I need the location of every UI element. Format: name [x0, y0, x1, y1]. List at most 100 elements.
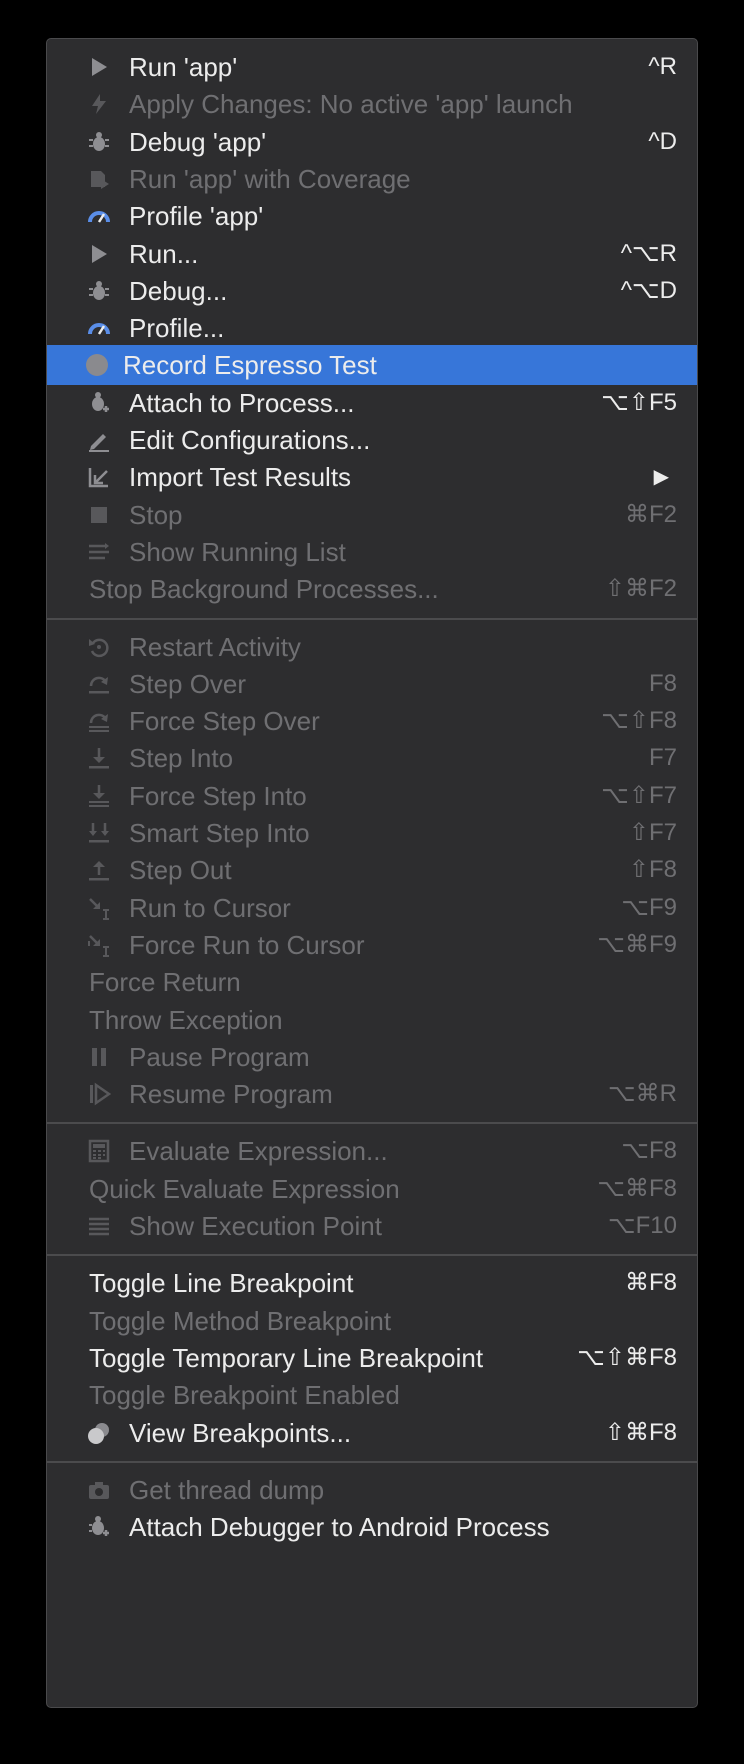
- menu-item-run-to-cursor[interactable]: Run to Cursor ⌥F9: [47, 888, 697, 928]
- profiler-gauge-icon: [87, 316, 111, 340]
- menu-item-label: Run 'app': [129, 52, 238, 82]
- menu-item-label: Debug 'app': [129, 126, 267, 157]
- menu-item-label: Attach to Process...: [129, 387, 355, 418]
- menu-item-label: Step Over: [129, 668, 247, 699]
- menu-item-force-run-to-cursor[interactable]: Force Run to Cursor ⌥⌘F9: [47, 925, 697, 965]
- menu-item-label: Get thread dump: [129, 1474, 325, 1505]
- force-run-to-cursor-icon: [87, 933, 111, 957]
- menu-item-label: Force Run to Cursor: [129, 929, 365, 960]
- menu-item-toggle-line-breakpoint[interactable]: Toggle Line Breakpoint ⌘F8: [47, 1263, 697, 1303]
- record-circle-icon: [85, 353, 109, 377]
- coverage-icon: [87, 167, 111, 191]
- menu-item-resume-program[interactable]: Resume Program ⌥⌘R: [47, 1074, 697, 1114]
- menu-item-force-step-over[interactable]: Force Step Over ⌥⇧F8: [47, 701, 697, 741]
- menu-item-label: Run to Cursor: [129, 892, 291, 923]
- menu-item-smart-step-into[interactable]: Smart Step Into ⇧F7: [47, 813, 697, 853]
- menu-item-shortcut: ⇧⌘F2: [604, 575, 677, 603]
- force-step-over-icon: [87, 709, 111, 733]
- lightning-icon: [87, 92, 111, 116]
- run-to-cursor-icon: [87, 896, 111, 920]
- menu-item-shortcut: ^⌥R: [620, 239, 677, 267]
- menu-item-label: Resume Program: [129, 1079, 333, 1110]
- menu-item-label: Step Out: [129, 855, 232, 886]
- menu-item-stop-background-processes[interactable]: Stop Background Processes... ⇧⌘F2: [47, 569, 697, 609]
- menu-item-label: Import Test Results: [129, 462, 352, 493]
- menu-item-stop[interactable]: Stop ⌘F2: [47, 495, 697, 535]
- edit-pencil-icon: [87, 428, 111, 452]
- menu-item-profile[interactable]: Profile...: [47, 308, 697, 348]
- menu-item-step-out[interactable]: Step Out ⇧F8: [47, 850, 697, 890]
- menu-item-shortcut: ⌥⌘R: [608, 1080, 677, 1108]
- breakpoints-icon: [87, 1421, 111, 1445]
- menu-separator: [47, 1460, 697, 1463]
- menu-item-run-app-with-coverage[interactable]: Run 'app' with Coverage: [47, 159, 697, 199]
- menu-item-label: Step Into: [129, 743, 234, 774]
- running-list-icon: [87, 540, 111, 564]
- step-out-icon: [87, 858, 111, 882]
- menu-item-shortcut: ⌥⌘F9: [597, 930, 677, 958]
- menu-item-pause-program[interactable]: Pause Program: [47, 1037, 697, 1077]
- menu-item-attach-debugger-to-android-process[interactable]: Attach Debugger to Android Process: [47, 1507, 697, 1547]
- menu-item-label: Run...: [129, 238, 199, 269]
- menu-item-show-execution-point[interactable]: Show Execution Point ⌥F10: [47, 1206, 697, 1246]
- step-into-icon: [87, 746, 111, 770]
- menu-item-restart-activity[interactable]: Restart Activity: [47, 627, 697, 667]
- submenu-arrow-icon: ▶: [653, 466, 669, 489]
- menu-item-label: Toggle Line Breakpoint: [89, 1268, 354, 1299]
- menu-item-run-app[interactable]: Run 'app' ^R: [47, 47, 697, 87]
- menu-item-run[interactable]: Run... ^⌥R: [47, 234, 697, 274]
- menu-item-import-test-results[interactable]: Import Test Results ▶: [47, 457, 697, 497]
- play-icon: [87, 242, 111, 266]
- menu-item-toggle-temporary-line-breakpoint[interactable]: Toggle Temporary Line Breakpoint ⌥⇧⌘F8: [47, 1338, 697, 1378]
- menu-separator: [47, 1122, 697, 1125]
- menu-item-label: Edit Configurations...: [129, 425, 371, 455]
- menu-item-shortcut: ^D: [648, 127, 677, 155]
- menu-item-toggle-breakpoint-enabled[interactable]: Toggle Breakpoint Enabled: [47, 1375, 697, 1415]
- menu-item-debug[interactable]: Debug... ^⌥D: [47, 271, 697, 311]
- menu-item-force-step-into[interactable]: Force Step Into ⌥⇧F7: [47, 776, 697, 816]
- restart-icon: [87, 635, 111, 659]
- menu-item-label: Stop Background Processes...: [89, 574, 439, 605]
- menu-item-label: Profile 'app': [129, 201, 264, 232]
- menu-item-label: Pause Program: [129, 1041, 310, 1072]
- menu-item-shortcut: ⌥F9: [621, 893, 677, 921]
- menu-item-edit-configurations[interactable]: Edit Configurations...: [47, 420, 697, 460]
- profiler-gauge-icon: [87, 204, 111, 228]
- menu-item-get-thread-dump[interactable]: Get thread dump: [47, 1470, 697, 1510]
- step-over-icon: [87, 672, 111, 696]
- menu-item-shortcut: ⌥F10: [607, 1212, 677, 1239]
- menu-item-throw-exception[interactable]: Throw Exception: [47, 1000, 697, 1040]
- menu-item-label: Toggle Temporary Line Breakpoint: [89, 1342, 484, 1373]
- menu-item-attach-to-process[interactable]: Attach to Process... ⌥⇧F5: [47, 383, 697, 423]
- menu-item-label: Force Step Into: [129, 780, 307, 811]
- menu-item-label: Record Espresso Test: [123, 350, 377, 381]
- menu-item-shortcut: ⇧F7: [628, 819, 677, 846]
- menu-item-shortcut: ⇧F8: [628, 856, 677, 884]
- menu-item-label: Throw Exception: [89, 1004, 283, 1035]
- menu-item-profile-app[interactable]: Profile 'app': [47, 196, 697, 236]
- menu-separator: [47, 1254, 697, 1257]
- menu-item-quick-evaluate-expression[interactable]: Quick Evaluate Expression ⌥⌘F8: [47, 1169, 697, 1209]
- menu-item-show-running-list[interactable]: Show Running List: [47, 532, 697, 572]
- menu-item-shortcut: ⌥⇧F8: [601, 707, 677, 735]
- menu-item-toggle-method-breakpoint[interactable]: Toggle Method Breakpoint: [47, 1301, 697, 1341]
- menu-item-step-over[interactable]: Step Over F8: [47, 664, 697, 704]
- import-arrow-icon: [87, 465, 111, 489]
- bug-icon: [87, 130, 111, 154]
- menu-item-force-return[interactable]: Force Return: [47, 962, 697, 1002]
- menu-item-view-breakpoints[interactable]: View Breakpoints... ⇧⌘F8: [47, 1413, 697, 1453]
- menu-item-evaluate-expression[interactable]: Evaluate Expression... ⌥F8: [47, 1131, 697, 1171]
- camera-icon: [87, 1478, 111, 1502]
- menu-item-label: Profile...: [129, 313, 225, 344]
- menu-item-label: Toggle Method Breakpoint: [89, 1305, 392, 1336]
- menu-item-record-espresso-test[interactable]: Record Espresso Test: [47, 345, 697, 386]
- menu-item-shortcut: ^⌥D: [620, 276, 677, 304]
- menu-item-label: Apply Changes: No active 'app' launch: [129, 89, 573, 120]
- menu-item-label: View Breakpoints...: [129, 1417, 352, 1448]
- menu-item-debug-app[interactable]: Debug 'app' ^D: [47, 122, 697, 162]
- menu-item-apply-changes-no-active-app-launch[interactable]: Apply Changes: No active 'app' launch: [47, 84, 697, 124]
- stop-square-icon: [87, 503, 111, 527]
- menu-item-label: Smart Step Into: [129, 818, 310, 848]
- menu-item-step-into[interactable]: Step Into F7: [47, 738, 697, 778]
- force-step-into-icon: [87, 784, 111, 808]
